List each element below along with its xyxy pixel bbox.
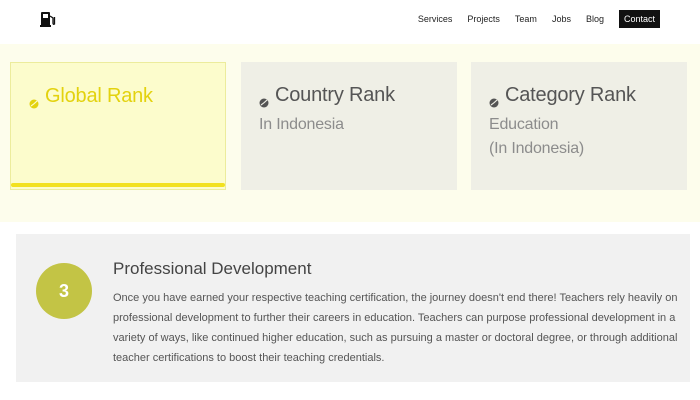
category-rank-title: Category Rank [489,84,669,107]
country-rank-label: Country Rank [275,84,395,106]
nav-team[interactable]: Team [515,10,537,28]
nav-projects[interactable]: Projects [467,10,500,28]
step-number-badge: 3 [36,263,92,319]
global-rank-progress-fill [11,183,225,187]
leaf-icon [259,91,269,107]
nav-services[interactable]: Services [418,10,453,28]
global-rank-label: Global Rank [45,85,153,107]
leaf-icon [29,92,39,108]
leaf-icon [489,91,499,107]
country-rank-card[interactable]: Country Rank In Indonesia [241,62,457,190]
global-rank-title: Global Rank [29,85,207,108]
rank-section: Global Rank Country Rank In Indonesia Ca… [0,44,700,222]
nav-contact[interactable]: Contact [618,10,660,28]
global-rank-progress [11,183,225,187]
global-rank-card[interactable]: Global Rank [10,62,226,190]
nav-blog[interactable]: Blog [586,10,604,28]
nav-jobs[interactable]: Jobs [552,10,571,28]
step-title: Professional Development [113,259,312,278]
category-rank-sub: Education [489,116,559,133]
step-description: Once you have earned your respective tea… [113,292,678,364]
country-rank-title: Country Rank [259,84,439,107]
fuel-pump-icon[interactable] [40,10,56,28]
category-rank-card[interactable]: Category Rank Education (In Indonesia) [471,62,687,190]
site-header: Services Projects Team Jobs Blog Contact [0,0,700,44]
category-rank-label: Category Rank [505,84,636,106]
step-panel: 3 Professional Development Once you have… [16,234,690,382]
category-rank-sub2: (In Indonesia) [489,140,585,157]
page: Services Projects Team Jobs Blog Contact… [0,0,700,400]
main-nav: Services Projects Team Jobs Blog Contact [403,10,660,28]
country-rank-sub: In Indonesia [259,116,344,133]
